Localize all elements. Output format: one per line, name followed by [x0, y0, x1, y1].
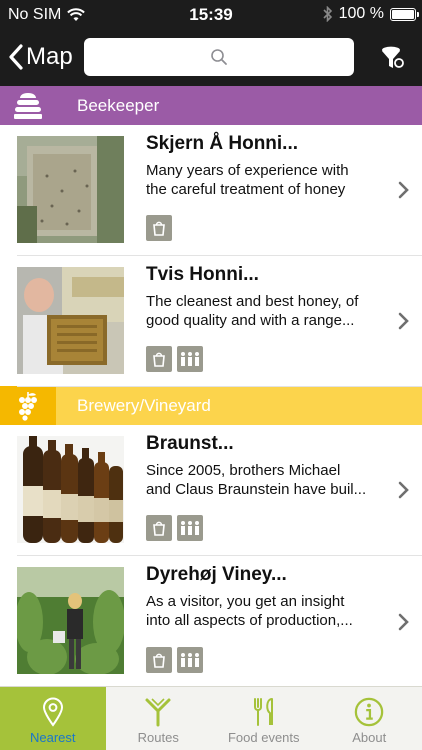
chevron-left-icon: [9, 44, 23, 70]
tab-label: Nearest: [29, 730, 76, 745]
place-title: Skjern Å Honni...: [146, 133, 299, 154]
place-description: As a visitor, you get an insight into al…: [146, 592, 396, 630]
section-label: Beekeeper: [77, 95, 160, 115]
feature-badges: [146, 647, 203, 673]
description-line: good quality and with a range...: [146, 312, 355, 329]
beehive-icon: [0, 86, 56, 125]
description-line: Since 2005, brothers Michael: [146, 462, 341, 479]
status-right: 100 %: [323, 5, 419, 23]
chevron-right-icon: [398, 181, 409, 199]
place-description: Since 2005, brothers Michael and Claus B…: [146, 461, 396, 499]
description-line: As a visitor, you get an insight: [146, 593, 345, 610]
description-line: into all aspects of production,...: [146, 612, 353, 629]
search-input[interactable]: [84, 38, 354, 76]
feature-badges: [146, 215, 172, 241]
search-icon: [211, 49, 227, 65]
tab-label: About: [352, 730, 387, 745]
grapes-icon: [0, 386, 56, 425]
battery-fill: [392, 9, 414, 19]
description-line: Many years of experience with: [146, 162, 349, 179]
section-header-brewery-vineyard: Brewery/Vineyard: [0, 386, 422, 425]
place-photo: [17, 436, 124, 543]
back-button-label: Map: [26, 43, 73, 70]
shop-icon: [146, 215, 172, 241]
place-photo: [17, 136, 124, 243]
tab-bar: Nearest Routes Food events About: [0, 686, 422, 750]
group-icon: [177, 346, 203, 372]
tab-routes[interactable]: Routes: [106, 687, 212, 750]
place-title: Dyrehøj Viney...: [146, 564, 287, 585]
chevron-right-icon: [398, 481, 409, 499]
place-photo: [17, 567, 124, 674]
shop-icon: [146, 647, 172, 673]
group-icon: [177, 647, 203, 673]
chevron-right-icon: [398, 312, 409, 330]
list-item[interactable]: Braunst... Since 2005, brothers Michael …: [17, 425, 422, 556]
nav-bar: Map: [0, 30, 422, 86]
routes-icon: [145, 698, 171, 727]
list-item[interactable]: Skjern Å Honni... Many years of experien…: [17, 125, 422, 256]
place-photo: [17, 267, 124, 374]
list-item[interactable]: Tvis Honni... The cleanest and best hone…: [17, 256, 422, 387]
shop-icon: [146, 515, 172, 541]
back-button[interactable]: Map: [8, 40, 73, 74]
places-list[interactable]: Beekeeper Skjern Å Honni... Many years o…: [0, 86, 422, 686]
status-bar: No SIM 15:39 100 %: [0, 0, 422, 30]
section-header-beekeeper: Beekeeper: [0, 86, 422, 125]
filter-funnel-icon: [382, 46, 404, 68]
tab-label: Routes: [137, 730, 179, 745]
bluetooth-icon: [323, 6, 332, 22]
description-line: the careful treatment of honey: [146, 181, 346, 198]
feature-badges: [146, 515, 203, 541]
location-pin-icon: [42, 697, 63, 727]
chevron-right-icon: [398, 613, 409, 630]
group-icon: [177, 515, 203, 541]
feature-badges: [146, 346, 203, 372]
section-label: Brewery/Vineyard: [77, 395, 211, 415]
place-title: Tvis Honni...: [146, 264, 259, 285]
tab-food-events[interactable]: Food events: [211, 687, 317, 750]
list-item[interactable]: Dyrehøj Viney... As a visitor, you get a…: [17, 556, 422, 686]
info-icon: [355, 697, 384, 727]
description-line: The cleanest and best honey, of: [146, 293, 359, 310]
place-description: Many years of experience with the carefu…: [146, 161, 396, 199]
shop-icon: [146, 346, 172, 372]
place-title: Braunst...: [146, 433, 234, 454]
place-description: The cleanest and best honey, of good qua…: [146, 292, 396, 330]
filter-button[interactable]: [378, 42, 408, 72]
tab-about[interactable]: About: [317, 687, 422, 750]
tab-label: Food events: [227, 730, 300, 745]
cutlery-icon: [253, 698, 273, 726]
tab-nearest[interactable]: Nearest: [0, 687, 106, 750]
description-line: and Claus Braunstein have buil...: [146, 481, 367, 498]
battery-percent: 100 %: [338, 5, 384, 22]
battery-icon: [390, 7, 419, 21]
